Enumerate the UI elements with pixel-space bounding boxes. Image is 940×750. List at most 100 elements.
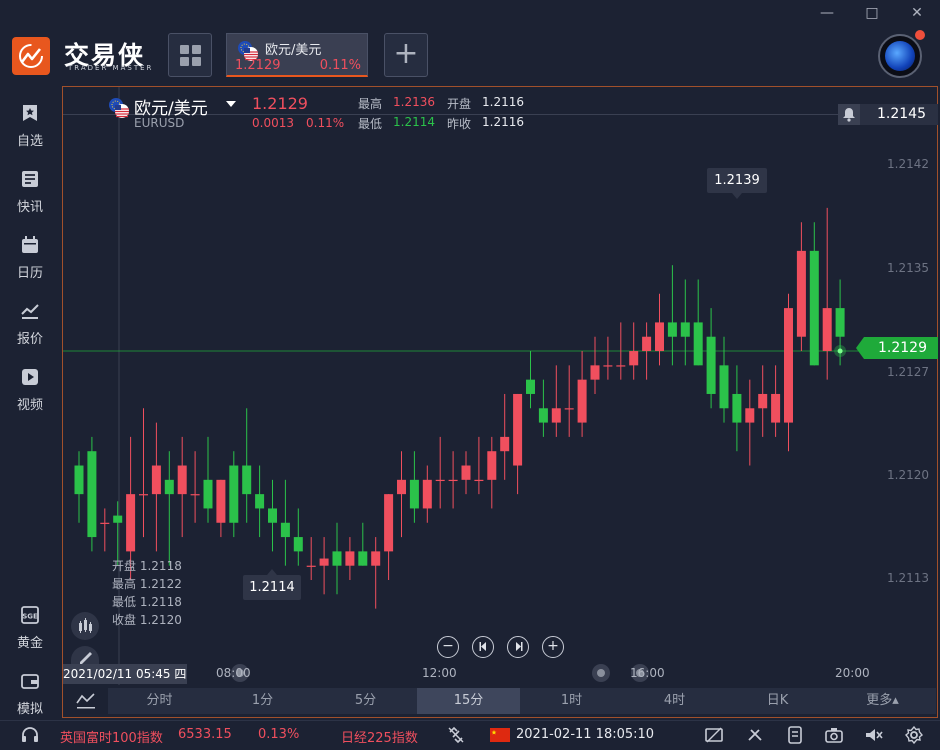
candle-body bbox=[87, 451, 97, 538]
close-button[interactable]: ✕ bbox=[902, 2, 932, 24]
low-value: 1.2114 bbox=[393, 115, 435, 129]
scroll-end-button[interactable] bbox=[507, 636, 529, 658]
period-tab-1m[interactable]: 1分 bbox=[211, 688, 314, 714]
period-tab-more[interactable]: 更多▴ bbox=[829, 688, 936, 714]
sidebar-item-quotes[interactable]: 报价 bbox=[0, 290, 60, 350]
sidebar-item-simulate[interactable]: 模拟 bbox=[0, 660, 60, 720]
sidebar-item-news[interactable]: 快讯 bbox=[0, 158, 60, 218]
open-label: 开盘 bbox=[447, 97, 472, 111]
period-tab-daily[interactable]: 日K bbox=[726, 688, 829, 714]
zoom-in-button[interactable]: + bbox=[542, 636, 564, 658]
settings-gear-icon[interactable] bbox=[904, 726, 924, 744]
candle-body bbox=[758, 393, 768, 409]
ohlc-label: 收盘 bbox=[112, 613, 137, 627]
notification-dot bbox=[915, 30, 925, 40]
candle-body bbox=[435, 479, 445, 482]
candle-body bbox=[448, 479, 458, 482]
ohlc-open: 开盘 1.2118 bbox=[112, 557, 182, 574]
bell-icon bbox=[843, 108, 855, 122]
brand-subtitle: TRADER MASTER bbox=[68, 64, 154, 72]
candle-body bbox=[745, 408, 755, 423]
logo-icon bbox=[12, 37, 50, 75]
price-alert-button[interactable] bbox=[838, 104, 860, 125]
candle-body bbox=[706, 336, 716, 394]
ohlc-value: 1.2122 bbox=[139, 577, 182, 591]
headset-icon[interactable] bbox=[20, 726, 40, 744]
event-marker[interactable] bbox=[592, 664, 610, 682]
candle-body bbox=[577, 379, 587, 423]
screen-off-icon[interactable] bbox=[704, 726, 724, 744]
ohlc-value: 1.2120 bbox=[139, 613, 182, 627]
maximize-button[interactable]: □ bbox=[857, 2, 887, 24]
candle-body bbox=[177, 465, 187, 495]
candle-body bbox=[500, 436, 510, 452]
ohlc-high: 最高 1.2122 bbox=[112, 575, 182, 592]
mute-icon[interactable] bbox=[864, 726, 884, 744]
wallet-icon bbox=[21, 674, 39, 689]
news-icon bbox=[22, 171, 38, 187]
link-off-icon[interactable] bbox=[446, 726, 466, 744]
skip-back-icon bbox=[479, 642, 486, 651]
candle-body bbox=[371, 551, 381, 566]
candlestick-chart[interactable] bbox=[63, 87, 937, 685]
layout-grid-button[interactable] bbox=[168, 33, 212, 77]
candle-body bbox=[461, 465, 471, 480]
ticker-index-value: 6533.15 bbox=[178, 727, 232, 742]
indicator-button[interactable] bbox=[74, 688, 98, 712]
minimize-button[interactable]: — bbox=[812, 2, 842, 24]
candle-body bbox=[835, 308, 845, 337]
chevron-down-icon[interactable] bbox=[226, 101, 236, 107]
candle-body bbox=[513, 393, 523, 466]
ohlc-label: 最高 bbox=[112, 577, 137, 591]
ohlc-label: 最低 bbox=[112, 595, 137, 609]
ohlc-label: 开盘 bbox=[112, 559, 137, 573]
candle-body bbox=[358, 551, 368, 566]
period-tab-timeline[interactable]: 分时 bbox=[108, 688, 211, 714]
quote-tab-eurusd[interactable]: 欧元/美元 1.2129 0.11% bbox=[226, 33, 368, 77]
candle-body bbox=[603, 365, 613, 367]
max-price-tooltip: 1.2139 bbox=[707, 168, 767, 199]
indicator-icon bbox=[76, 693, 95, 709]
add-tab-button[interactable]: + bbox=[384, 33, 428, 77]
sidebar-item-gold[interactable]: SGE 黄金 bbox=[0, 594, 60, 654]
quote-chart-icon bbox=[21, 304, 39, 319]
candle-body bbox=[216, 479, 226, 523]
sidebar-item-calendar[interactable]: 日历 bbox=[0, 224, 60, 284]
avatar[interactable] bbox=[878, 34, 922, 78]
candle-body bbox=[345, 551, 355, 566]
tab-pct: 0.11% bbox=[319, 58, 361, 73]
period-tab-15m[interactable]: 15分 bbox=[417, 688, 520, 714]
eu-us-flag-icon bbox=[109, 98, 129, 118]
period-tab-4h[interactable]: 4时 bbox=[623, 688, 726, 714]
draw-tool-button[interactable] bbox=[71, 646, 99, 666]
video-icon bbox=[22, 369, 38, 385]
sidebar-label: 视频 bbox=[16, 398, 43, 413]
candle-body bbox=[100, 522, 110, 524]
tools-icon[interactable] bbox=[745, 726, 765, 744]
scroll-start-button[interactable] bbox=[472, 636, 494, 658]
candle-body bbox=[229, 465, 239, 523]
ticker-index2-name[interactable]: 日经225指数 bbox=[341, 727, 418, 746]
candle-body bbox=[655, 322, 664, 352]
candle-body bbox=[809, 250, 819, 366]
device-icon[interactable] bbox=[785, 726, 805, 744]
star-bookmark-icon bbox=[23, 105, 37, 121]
candle-body bbox=[526, 379, 535, 394]
period-tab-1h[interactable]: 1时 bbox=[520, 688, 623, 714]
tab-price: 1.2129 bbox=[235, 58, 281, 73]
candle-body bbox=[796, 250, 806, 337]
camera-icon[interactable] bbox=[824, 726, 844, 744]
candle-body bbox=[190, 494, 200, 496]
x-tick-label: 20:00 bbox=[835, 666, 870, 680]
period-tab-5m[interactable]: 5分 bbox=[314, 688, 417, 714]
ticker-index-name[interactable]: 英国富时100指数 bbox=[60, 727, 163, 746]
zoom-out-button[interactable]: − bbox=[437, 636, 459, 658]
candle-style-button[interactable] bbox=[71, 612, 99, 640]
ohlc-value: 1.2118 bbox=[139, 559, 182, 573]
sidebar-item-watchlist[interactable]: 自选 bbox=[0, 92, 60, 152]
sidebar-item-video[interactable]: 视频 bbox=[0, 356, 60, 416]
candle-body bbox=[203, 479, 213, 509]
candle-body bbox=[151, 465, 161, 495]
candles-icon bbox=[79, 618, 92, 633]
svg-text:SGE: SGE bbox=[22, 613, 38, 621]
